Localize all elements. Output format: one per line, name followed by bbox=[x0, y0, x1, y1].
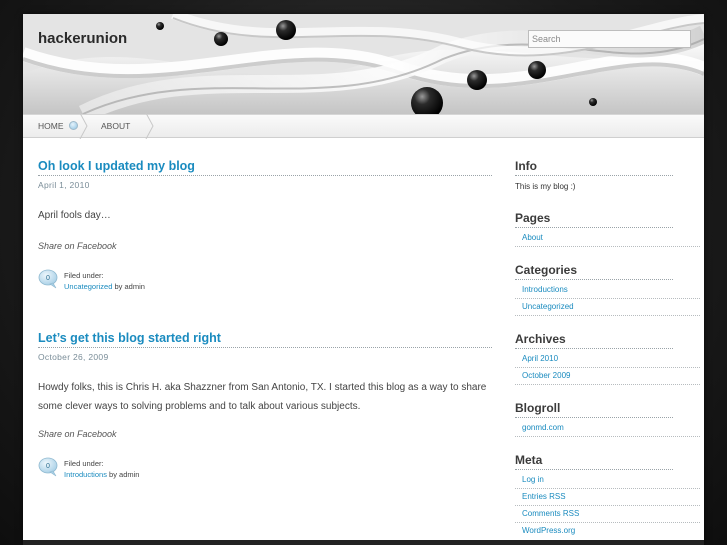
search-input[interactable] bbox=[528, 30, 691, 48]
share-facebook-link[interactable]: Share on Facebook bbox=[38, 241, 117, 251]
post-date: October 26, 2009 bbox=[38, 352, 109, 362]
sidebar-item-divider bbox=[515, 246, 700, 247]
sidebar-item-divider bbox=[515, 505, 700, 506]
sidebar-link-gonmd[interactable]: gonmd.com bbox=[522, 423, 564, 432]
post-title-divider bbox=[38, 175, 492, 176]
post-title-divider bbox=[38, 347, 492, 348]
sidebar-link-uncategorized[interactable]: Uncategorized bbox=[522, 302, 574, 311]
sidebar-item-divider bbox=[515, 367, 700, 368]
sidebar-link-wordpress-org[interactable]: WordPress.org bbox=[522, 526, 575, 535]
comment-bubble-icon[interactable]: 0 bbox=[38, 457, 58, 477]
site-title[interactable]: hackerunion bbox=[38, 30, 127, 47]
post-body: Howdy folks, this is Chris H. aka Shazzn… bbox=[38, 382, 487, 412]
footer-bar bbox=[23, 540, 704, 545]
post-category-line: Uncategorized by admin bbox=[64, 281, 145, 292]
sidebar-heading-categories: Categories bbox=[515, 263, 578, 277]
post-title[interactable]: Oh look I updated my blog bbox=[38, 159, 195, 173]
header-banner: hackerunion bbox=[23, 14, 704, 114]
sidebar-heading-divider bbox=[515, 469, 673, 470]
sidebar-heading-blogroll: Blogroll bbox=[515, 401, 561, 415]
comment-count: 0 bbox=[46, 463, 50, 470]
post-meta: Filed under: Introductions by admin bbox=[64, 458, 139, 480]
sidebar-heading-info: Info bbox=[515, 159, 537, 173]
post-body: April fools day… bbox=[38, 210, 111, 221]
sidebar-item-divider bbox=[515, 488, 700, 489]
sidebar-link-log-in[interactable]: Log in bbox=[522, 475, 544, 484]
post-category-line: Introductions by admin bbox=[64, 469, 139, 480]
sidebar-heading-archives: Archives bbox=[515, 332, 566, 346]
sidebar-link-comments-rss[interactable]: Comments RSS bbox=[522, 509, 579, 518]
sidebar-link-april-2010[interactable]: April 2010 bbox=[522, 354, 558, 363]
sidebar-info-text: This is my blog :) bbox=[515, 182, 576, 191]
sidebar-link-october-2009[interactable]: October 2009 bbox=[522, 371, 570, 380]
sidebar-item-divider bbox=[515, 522, 700, 523]
comment-count: 0 bbox=[46, 275, 50, 282]
sidebar-link-introductions[interactable]: Introductions bbox=[522, 285, 568, 294]
sidebar-heading-pages: Pages bbox=[515, 211, 551, 225]
nav-divider bbox=[79, 113, 88, 139]
sidebar-heading-divider bbox=[515, 227, 673, 228]
nav-item-home[interactable]: HOME bbox=[38, 115, 78, 137]
category-link[interactable]: Introductions bbox=[64, 470, 107, 479]
sidebar-heading-divider bbox=[515, 279, 673, 280]
nav-divider bbox=[145, 113, 154, 139]
sidebar-heading-meta: Meta bbox=[515, 453, 543, 467]
filed-under-label: Filed under: bbox=[64, 271, 104, 280]
header-wave-graphic bbox=[23, 14, 704, 114]
main-nav: HOME ABOUT bbox=[23, 113, 704, 139]
post-meta: Filed under: Uncategorized by admin bbox=[64, 270, 145, 292]
post-author: by admin bbox=[114, 282, 145, 291]
sidebar-item-divider bbox=[515, 298, 700, 299]
category-link[interactable]: Uncategorized bbox=[64, 282, 112, 291]
nav-item-label: HOME bbox=[38, 121, 64, 131]
sidebar-link-about[interactable]: About bbox=[522, 233, 543, 242]
current-page-dot-icon bbox=[68, 121, 78, 130]
nav-item-label: ABOUT bbox=[101, 121, 131, 131]
sidebar-link-entries-rss[interactable]: Entries RSS bbox=[522, 492, 566, 501]
page-container: hackerunion HOME ABOUT Oh look I updated… bbox=[23, 14, 704, 545]
sidebar-item-divider bbox=[515, 384, 700, 385]
nav-item-about[interactable]: ABOUT bbox=[101, 115, 130, 137]
share-facebook-link[interactable]: Share on Facebook bbox=[38, 429, 117, 439]
sidebar-heading-divider bbox=[515, 175, 673, 176]
post-author: by admin bbox=[109, 470, 140, 479]
sidebar-heading-divider bbox=[515, 348, 673, 349]
sidebar-heading-divider bbox=[515, 417, 673, 418]
sidebar-item-divider bbox=[515, 436, 700, 437]
comment-bubble-icon[interactable]: 0 bbox=[38, 269, 58, 289]
post-title[interactable]: Let’s get this blog started right bbox=[38, 331, 221, 345]
post-date: April 1, 2010 bbox=[38, 180, 90, 190]
sidebar-item-divider bbox=[515, 315, 700, 316]
filed-under-label: Filed under: bbox=[64, 459, 104, 468]
